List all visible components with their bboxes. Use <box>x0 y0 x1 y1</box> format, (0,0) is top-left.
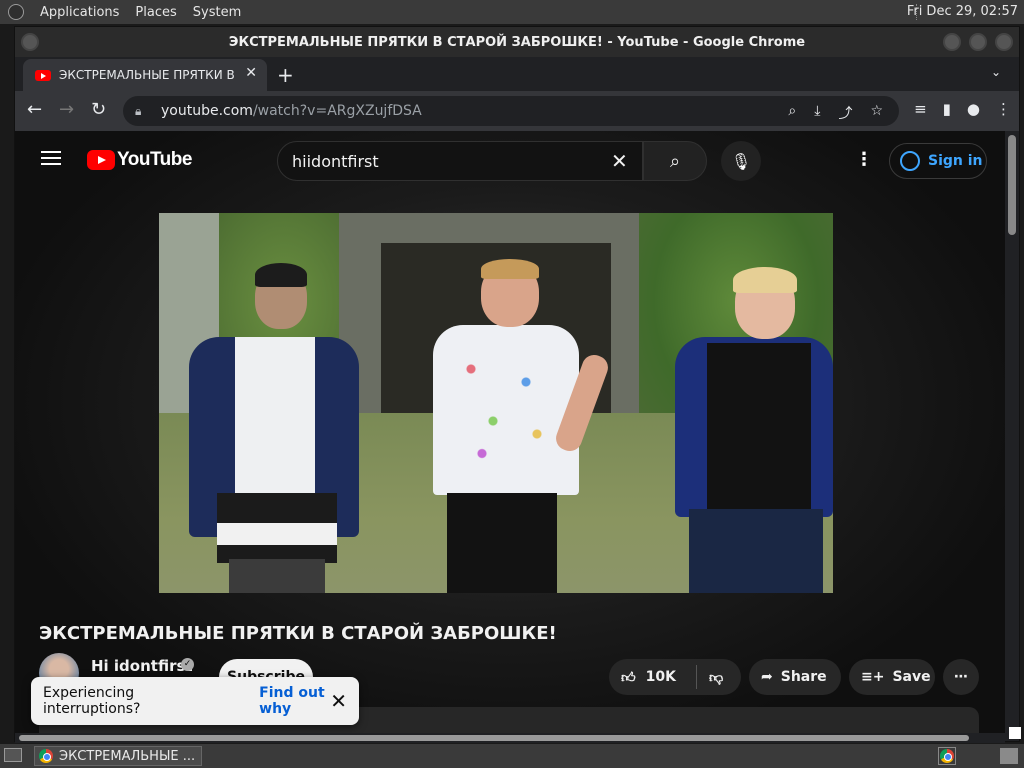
like-dislike-group: 👍︎ 10K 👎︎ <box>609 659 741 695</box>
youtube-logo[interactable]: YouTube <box>87 149 192 171</box>
toolbar-right: ≡ ▮ ● ⋮ <box>914 100 1011 118</box>
channel-name[interactable]: Hi idontfirst <box>91 657 193 675</box>
thumbs-up-icon: 👍︎ <box>621 669 636 686</box>
dislike-button[interactable]: 👎︎ <box>697 669 723 686</box>
tab-youtube[interactable]: ЭКСТРЕМАЛЬНЫЕ ПРЯТКИ В СТАРОЙ ЗАБРОШКЕ! … <box>23 59 267 91</box>
window-titlebar[interactable]: ЭКСТРЕМАЛЬНЫЕ ПРЯТКИ В СТАРОЙ ЗАБРОШКЕ! … <box>15 27 1019 57</box>
search-input[interactable]: hiidontfirst <box>277 141 643 181</box>
address-bar[interactable]: 🔒︎ youtube.com/watch?v=ARgXZujfDSA ⌕ ⤓ ⤴… <box>123 96 899 126</box>
vertical-scrollbar[interactable] <box>1005 131 1019 737</box>
share-arrow-icon: ➦ <box>761 669 773 685</box>
more-actions-button[interactable]: ⋯ <box>943 659 979 695</box>
panel-menu: Applications Places System <box>0 4 241 20</box>
gnome-foot-icon[interactable] <box>8 4 24 20</box>
chrome-menu-icon[interactable]: ⋮ <box>996 100 1011 118</box>
window-title: ЭКСТРЕМАЛЬНЫЕ ПРЯТКИ В СТАРОЙ ЗАБРОШКЕ! … <box>228 34 806 50</box>
web-page: YouTube hiidontfirst ✕ ⌕ 🎙︎ ⋮ Sign in ЭК… <box>15 131 1005 733</box>
account-icon <box>900 151 920 171</box>
lock-icon[interactable]: 🔒︎ <box>135 104 151 119</box>
bookmark-star-icon[interactable]: ☆ <box>870 103 883 123</box>
horizontal-scroll-thumb[interactable] <box>19 735 969 741</box>
vertical-scroll-thumb[interactable] <box>1008 135 1016 235</box>
close-window-icon[interactable] <box>995 33 1013 51</box>
share-label: Share <box>780 669 827 685</box>
sign-in-button[interactable]: Sign in <box>889 143 987 179</box>
guide-menu-icon[interactable] <box>41 151 61 165</box>
like-button[interactable]: 👍︎ 10K <box>609 665 697 689</box>
install-app-icon[interactable]: ⤓ <box>814 103 820 123</box>
video-title: ЭКСТРЕМАЛЬНЫЕ ПРЯТКИ В СТАРОЙ ЗАБРОШКЕ! <box>39 623 557 644</box>
youtube-wordmark: YouTube <box>117 149 192 170</box>
video-player[interactable] <box>159 213 833 593</box>
settings-more-icon[interactable]: ⋮ <box>855 149 873 170</box>
playlist-add-icon: ≡+ <box>861 669 885 685</box>
side-panel-icon[interactable]: ▮ <box>943 100 951 118</box>
search-icon: ⌕ <box>669 150 681 172</box>
clock[interactable]: Fri Dec 29, 02:57 <box>907 4 1018 19</box>
chrome-icon <box>39 749 53 763</box>
chrome-window: ЭКСТРЕМАЛЬНЫЕ ПРЯТКИ В СТАРОЙ ЗАБРОШКЕ! … <box>14 26 1021 743</box>
voice-search-button[interactable]: 🎙︎ <box>721 141 761 181</box>
taskbar-chrome-window[interactable]: ЭКСТРЕМАЛЬНЫЕ ... <box>34 746 202 766</box>
scroll-corner <box>1009 727 1021 739</box>
forward-icon[interactable]: → <box>59 99 74 120</box>
share-page-icon[interactable]: ⤴ <box>838 103 852 123</box>
tray-chrome-icon[interactable] <box>938 747 956 765</box>
omnibox-actions: ⌕ ⤓ ⤴ ☆ <box>788 103 883 123</box>
system-menu[interactable]: System <box>193 5 241 20</box>
verified-badge-icon: ✓ <box>181 658 194 671</box>
browser-toolbar: ← → ↻ 🔒︎ youtube.com/watch?v=ARgXZujfDSA… <box>15 91 1019 131</box>
applications-menu[interactable]: Applications <box>40 5 119 20</box>
share-button[interactable]: ➦ Share <box>749 659 841 695</box>
save-label: Save <box>892 669 931 685</box>
bottom-taskbar: ЭКСТРЕМАЛЬНЫЕ ... <box>0 744 1024 768</box>
back-icon[interactable]: ← <box>27 99 42 120</box>
zoom-search-icon[interactable]: ⌕ <box>788 103 796 123</box>
sign-in-label: Sign in <box>928 153 983 169</box>
top-panel: Applications Places System Fri Dec 29, 0… <box>0 0 1024 24</box>
taskbar-item-label: ЭКСТРЕМАЛЬНЫЕ ... <box>59 748 196 764</box>
youtube-header: YouTube hiidontfirst ✕ ⌕ 🎙︎ ⋮ Sign in <box>15 131 1005 187</box>
show-desktop-icon[interactable] <box>4 748 22 762</box>
toast-close-icon[interactable]: ✕ <box>330 689 347 713</box>
tab-search-chevron-icon[interactable]: ⌄ <box>991 65 1001 79</box>
maximize-icon[interactable] <box>969 33 987 51</box>
media-controls-icon[interactable]: ≡ <box>914 100 927 118</box>
url-host: youtube.com <box>161 103 253 119</box>
like-count: 10K <box>645 669 676 685</box>
search-button[interactable]: ⌕ <box>643 141 707 181</box>
places-menu[interactable]: Places <box>135 5 176 20</box>
tab-close-icon[interactable]: ✕ <box>245 65 257 81</box>
interruptions-toast: Experiencing interruptions? Find out why… <box>31 677 359 725</box>
clear-search-icon[interactable]: ✕ <box>611 149 628 173</box>
workspace-switcher[interactable] <box>1000 748 1018 764</box>
more-horizontal-icon: ⋯ <box>954 669 968 685</box>
tab-strip: ЭКСТРЕМАЛЬНЫЕ ПРЯТКИ В СТАРОЙ ЗАБРОШКЕ! … <box>15 57 1019 91</box>
horizontal-scrollbar[interactable] <box>15 733 1005 743</box>
microphone-icon: 🎙︎ <box>730 151 752 171</box>
save-button[interactable]: ≡+ Save <box>849 659 935 695</box>
new-tab-icon[interactable]: + <box>277 63 294 87</box>
tab-title: ЭКСТРЕМАЛЬНЫЕ ПРЯТКИ В СТАРОЙ ЗАБРОШКЕ! … <box>59 68 239 82</box>
window-menu-icon[interactable] <box>21 33 39 51</box>
profile-icon[interactable]: ● <box>967 100 980 118</box>
toast-message: Experiencing interruptions? <box>43 685 141 717</box>
url-path: /watch?v=ARgXZujfDSA <box>252 103 422 119</box>
reload-icon[interactable]: ↻ <box>91 99 106 120</box>
thumbs-down-icon: 👎︎ <box>709 669 724 686</box>
youtube-favicon-icon <box>35 69 51 81</box>
youtube-play-icon <box>87 150 115 170</box>
minimize-icon[interactable] <box>943 33 961 51</box>
